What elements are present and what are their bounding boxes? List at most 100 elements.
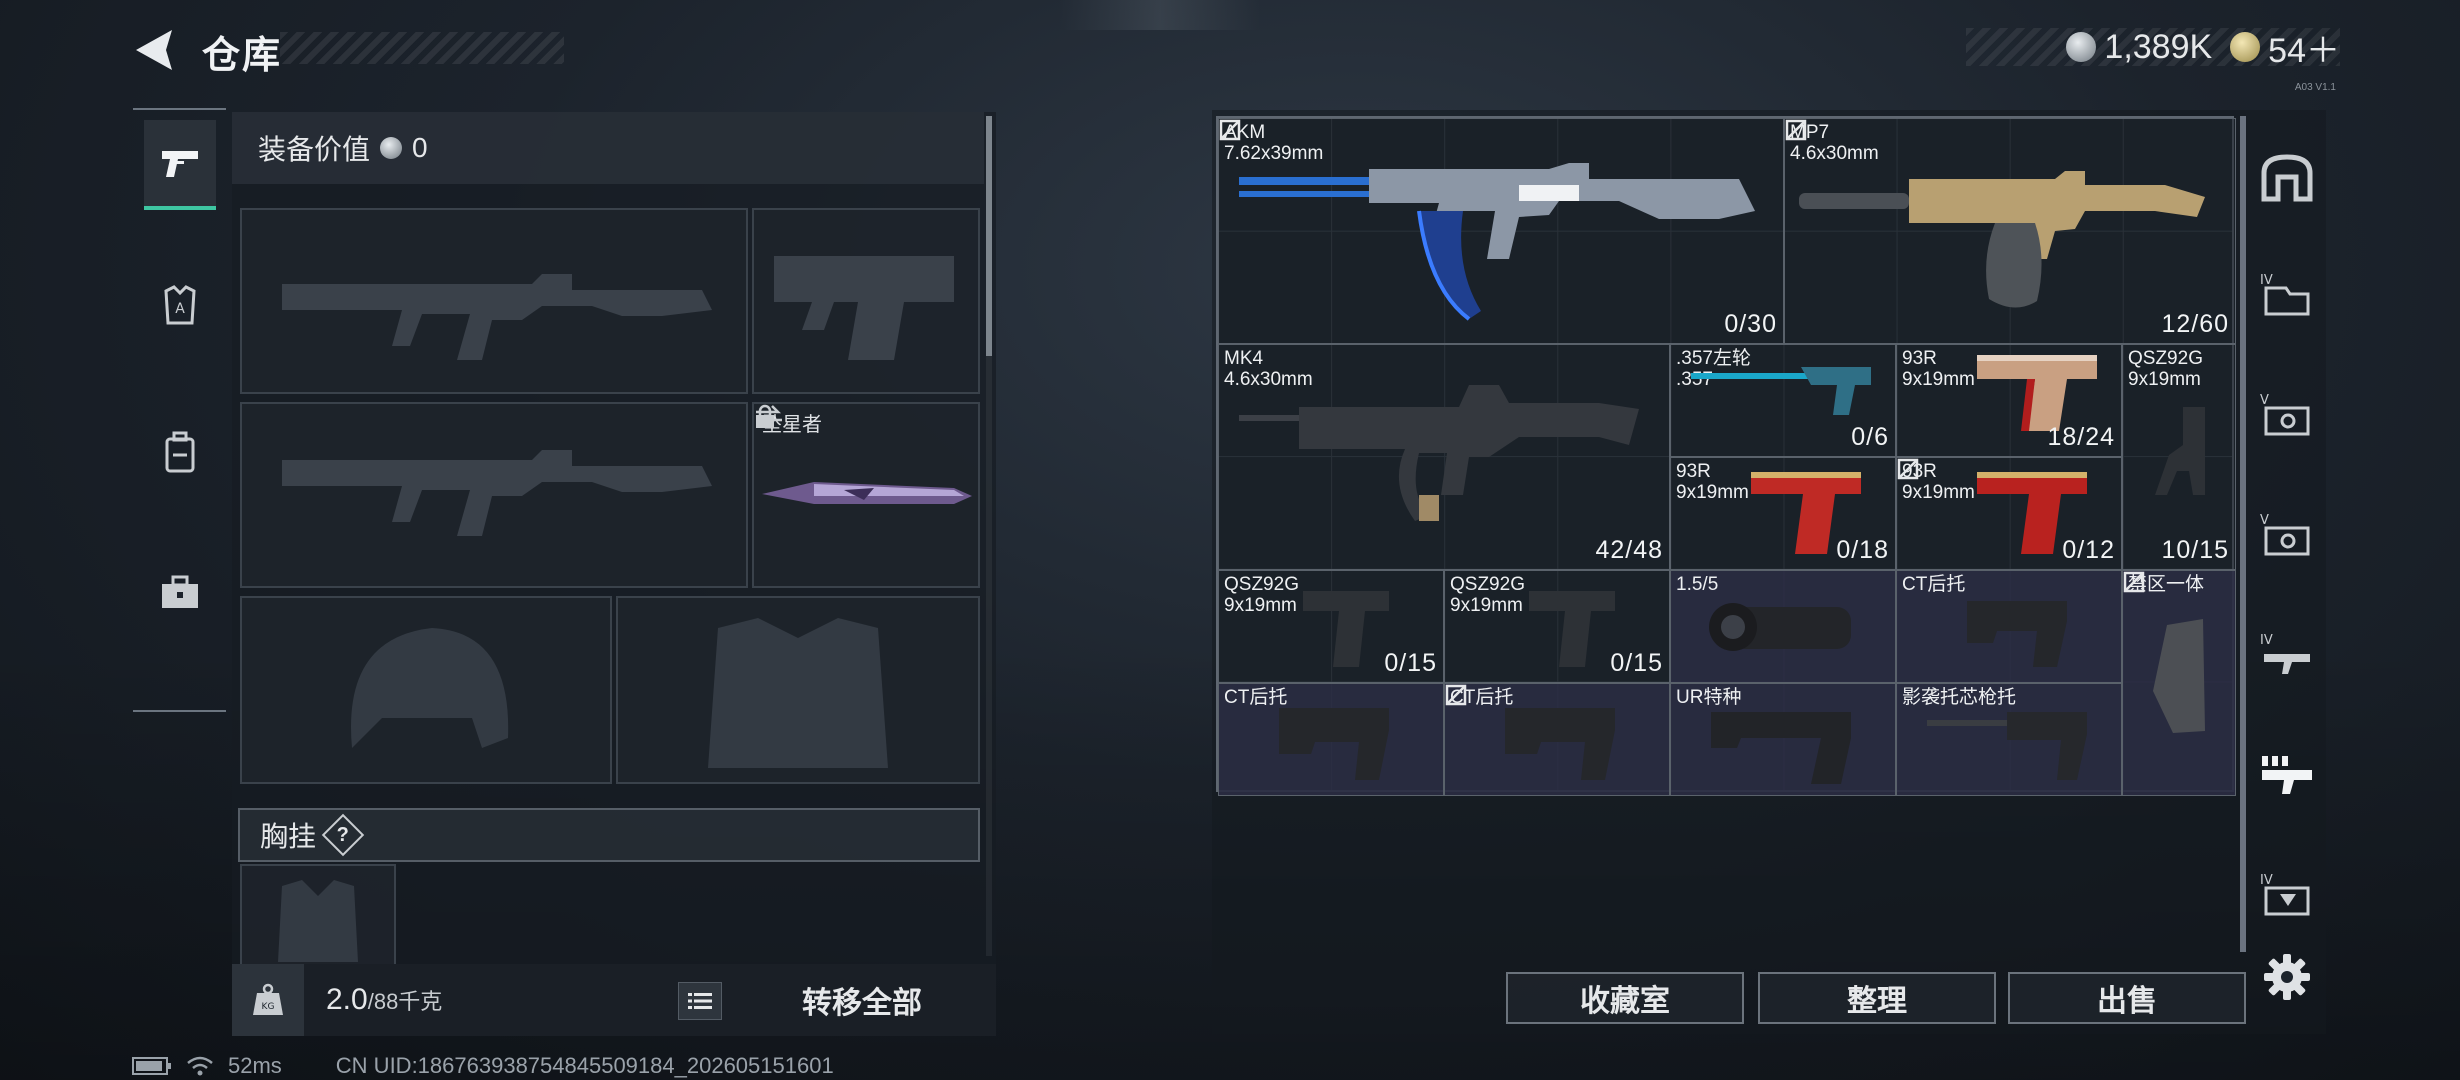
uid-readout: CN UID:18676393875484550918​4_2026051516… (335, 1053, 834, 1078)
rnav-safe-v-2[interactable]: V (2252, 498, 2322, 570)
silver-coin-icon (2066, 32, 2097, 62)
lnav-armor[interactable]: A (144, 260, 216, 350)
item-357-revolver[interactable]: .357左轮 .357 0/6 (1670, 344, 1896, 457)
slot-sidearm[interactable] (752, 208, 980, 394)
svg-text:V: V (2260, 513, 2269, 528)
slot-helmet[interactable] (240, 596, 612, 784)
scope-icon (1709, 603, 1851, 651)
collection-room-button[interactable]: 收藏室 (1506, 972, 1744, 1024)
currency-bar: 1,389K 54＋ (1966, 28, 2340, 70)
stock-icon (1927, 712, 2087, 780)
item-shadow-stock[interactable]: 影袭托芯枪托 (1896, 683, 2122, 796)
equipment-value-amount: 0 (412, 132, 428, 163)
item-ammo: 10/15 (2161, 536, 2229, 564)
slot-chest-rig[interactable] (240, 864, 396, 964)
chest-rig-header: 胸挂 ? (238, 808, 980, 862)
rnav-rifle-iv[interactable]: IV (2252, 618, 2322, 690)
svg-text:IV: IV (2260, 873, 2273, 888)
slot-secondary-weapon[interactable] (240, 402, 748, 588)
rnav-folder-iv[interactable]: IV (2252, 258, 2322, 330)
transfer-all-button[interactable]: 转移全部 (742, 970, 982, 1030)
item-ammo: 42/48 (1595, 536, 1663, 564)
slot-melee[interactable]: 坠星者 (752, 402, 980, 588)
item-ammo: 0/30 (1724, 310, 1777, 338)
silver-coin-icon (380, 137, 403, 159)
item-qsz92g[interactable]: QSZ92G 9x19mm 10/15 (2122, 344, 2236, 570)
sell-button[interactable]: 出售 (2008, 972, 2246, 1024)
item-scope-1-5x[interactable]: 1.5/5 (1670, 570, 1896, 683)
lnav-weapons[interactable] (144, 120, 216, 210)
svg-text:KG: KG (262, 1002, 275, 1012)
storage-home-icon (2261, 154, 2313, 202)
right-nav-divider (2240, 116, 2246, 952)
rnav-box-iv[interactable]: IV (2252, 858, 2322, 930)
item-ct-stock[interactable]: CT后托 (1218, 683, 1444, 796)
not-insured-icon (2123, 571, 2145, 593)
sort-button[interactable]: 整理 (1758, 972, 1996, 1024)
item-akm[interactable]: AKM 7.62x39mm 0/30 (1218, 118, 1784, 344)
rifle-silhouette-icon (282, 274, 712, 360)
not-insured-icon (1219, 119, 1241, 141)
item-ammo: 0/15 (1384, 649, 1437, 677)
equipment-value-label: 装备价值 (258, 134, 371, 165)
wifi-icon (187, 1056, 213, 1076)
ping-readout: 52ms (228, 1053, 282, 1078)
item-ct-stock[interactable]: CT后托 (1896, 570, 2122, 683)
item-qsz92g[interactable]: QSZ92G 9x19mm 0/15 (1218, 570, 1444, 683)
rnav-safe-v[interactable]: V (2252, 378, 2322, 450)
equipment-footer: KG 2.0/88千克 转移全部 (232, 964, 996, 1036)
weight-icon: KG (232, 964, 304, 1036)
backpack-icon (165, 431, 195, 473)
item-mk4[interactable]: MK4 4.6x30mm 42/48 (1218, 344, 1670, 570)
gold-badge-icon (2230, 32, 2261, 62)
storage-grid: AKM 7.62x39mm 0/30 MP7 4.6x30mm 12/60 MK… (1216, 116, 2236, 796)
lnav-toolbox[interactable] (144, 548, 216, 638)
back-arrow-icon[interactable] (132, 28, 180, 72)
lnav-backpack[interactable] (144, 408, 216, 498)
rifle-silhouette-icon (282, 450, 712, 536)
equipment-value: 装备价值 0 (232, 112, 984, 184)
armor-icon: A (164, 285, 196, 325)
currency-gold[interactable]: 54＋ (2230, 23, 2340, 72)
scrollbar-thumb[interactable] (986, 116, 992, 356)
lock-icon (756, 404, 774, 428)
chest-rig-label: 胸挂 (260, 821, 317, 852)
battery-icon (132, 1057, 171, 1075)
chest-rig-silhouette-icon (278, 880, 358, 962)
stock-icon (1279, 708, 1389, 780)
slot-body-armor[interactable] (616, 596, 980, 784)
storage-panel: AKM 7.62x39mm 0/30 MP7 4.6x30mm 12/60 MK… (1212, 110, 2326, 1034)
help-icon[interactable]: ? (321, 813, 365, 857)
grip-icon (2153, 619, 2205, 733)
item-ur-special-stock[interactable]: UR特种 (1670, 683, 1896, 796)
item-mp7[interactable]: MP7 4.6x30mm 12/60 (1784, 118, 2236, 344)
not-insured-icon (1785, 119, 1807, 141)
currency-silver-value: 1,389K (2104, 27, 2213, 66)
item-93r[interactable]: 93R 9x19mm 0/18 (1670, 457, 1896, 570)
rnav-attachments[interactable] (2252, 738, 2322, 810)
item-restricted-grip[interactable]: 禁区一体 (2122, 570, 2236, 796)
item-ct-stock[interactable]: CT后托 (1444, 683, 1670, 796)
svg-text:IV: IV (2260, 273, 2273, 288)
safe-v-icon-2: V (2260, 513, 2310, 556)
item-93r[interactable]: 93R 9x19mm 18/24 (1896, 344, 2122, 457)
weight-readout: 2.0/88千克 (326, 983, 442, 1017)
box-iv-icon: IV (2260, 873, 2310, 916)
item-ammo: 0/15 (1610, 649, 1663, 677)
stock-icon (1711, 712, 1851, 784)
item-qsz92g[interactable]: QSZ92G 9x19mm 0/15 (1444, 570, 1670, 683)
item-ammo: 12/60 (2161, 310, 2229, 338)
list-icon (688, 993, 712, 1009)
knife-icon (762, 482, 972, 504)
item-ammo: 0/18 (1836, 536, 1889, 564)
item-93r[interactable]: 93R 9x19mm 0/12 (1896, 457, 2122, 570)
not-insured-icon (1445, 684, 1467, 706)
settings-gear-icon[interactable] (2262, 952, 2312, 1002)
left-nav: A (133, 108, 226, 712)
rnav-storage-home[interactable] (2252, 142, 2322, 214)
list-view-button[interactable] (678, 982, 722, 1020)
slot-primary-weapon[interactable] (240, 208, 748, 394)
item-ammo: 0/6 (1851, 423, 1889, 451)
folder-iv-icon: IV (2260, 273, 2310, 316)
currency-silver[interactable]: 1,389K (2066, 28, 2212, 67)
